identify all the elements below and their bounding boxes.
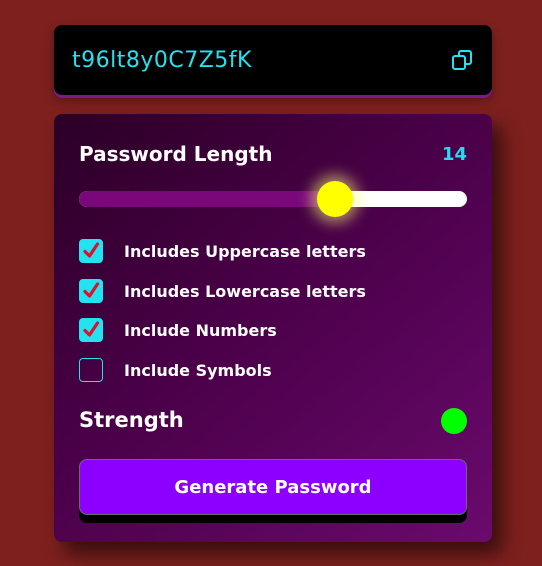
length-value: 14	[441, 143, 467, 165]
password-output-box: t96lt8y0C7Z5fK	[54, 25, 492, 95]
strength-indicator	[441, 408, 467, 434]
option-label: Includes Lowercase letters	[124, 281, 366, 301]
slider-thumb[interactable]	[317, 181, 354, 217]
password-text: t96lt8y0C7Z5fK	[72, 47, 252, 73]
numbers-checkbox[interactable]	[79, 318, 103, 342]
check-icon	[83, 321, 100, 337]
option-label: Includes Uppercase letters	[124, 241, 366, 261]
uppercase-checkbox[interactable]	[79, 239, 103, 263]
length-slider[interactable]	[79, 181, 467, 217]
generate-password-button[interactable]: Generate Password	[79, 459, 467, 515]
option-lowercase[interactable]: Includes Lowercase letters	[79, 279, 366, 303]
copy-icon[interactable]	[450, 48, 474, 72]
settings-panel: Password Length 14 Includes Uppercase le…	[54, 114, 492, 542]
symbols-checkbox[interactable]	[79, 358, 103, 382]
length-row: Password Length 14	[79, 142, 467, 166]
length-label: Password Length	[79, 142, 273, 166]
slider-fill	[79, 191, 336, 207]
strength-label: Strength	[79, 408, 184, 432]
option-symbols[interactable]: Include Symbols	[79, 358, 272, 382]
option-label: Include Symbols	[124, 360, 272, 380]
check-icon	[83, 242, 100, 258]
option-numbers[interactable]: Include Numbers	[79, 318, 277, 342]
option-label: Include Numbers	[124, 320, 277, 340]
option-uppercase[interactable]: Includes Uppercase letters	[79, 239, 366, 263]
check-icon	[83, 282, 100, 298]
lowercase-checkbox[interactable]	[79, 279, 103, 303]
